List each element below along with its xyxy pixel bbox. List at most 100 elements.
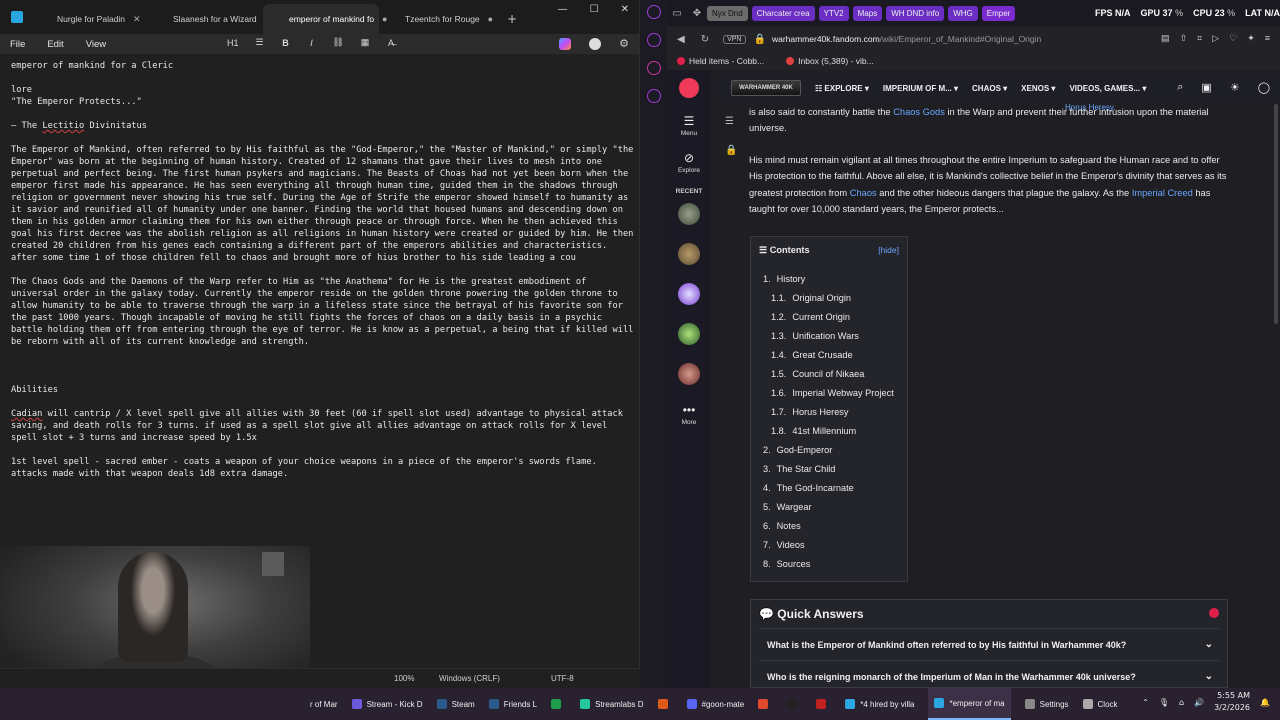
vpn-badge[interactable]: VPN: [723, 34, 746, 44]
toc-item[interactable]: 8. Sources: [763, 555, 907, 574]
rail-explore[interactable]: ⊘ Explore: [678, 151, 700, 174]
toc-item[interactable]: 1.2. Current Origin: [763, 308, 907, 327]
share-icon[interactable]: ⇧: [1180, 33, 1188, 44]
sidebar-app-icon[interactable]: [647, 33, 661, 47]
clock[interactable]: 5:55 AM 3/2/2026: [1214, 690, 1250, 714]
screenshot-icon[interactable]: ⌗: [1197, 33, 1202, 44]
taskbar-app[interactable]: Streamlabs D: [580, 688, 644, 720]
encoding[interactable]: UTF-8: [551, 674, 574, 683]
clear-format-icon[interactable]: A̶: [386, 38, 396, 48]
menu-icon[interactable]: ≡: [1265, 33, 1270, 44]
chaos-gods-link[interactable]: Chaos Gods: [893, 107, 945, 117]
bookmark-held-items[interactable]: Held items - Cobb...: [677, 56, 764, 66]
workspace-icon[interactable]: ✥: [687, 8, 707, 19]
recent-wiki-avatar[interactable]: [678, 283, 700, 305]
taskbar-app[interactable]: Stream - Kick D: [351, 688, 423, 720]
quick-answer-item[interactable]: Who is the reigning monarch of the Imper…: [759, 660, 1219, 688]
recent-wiki-avatar[interactable]: [678, 203, 700, 225]
taskbar-app[interactable]: #goon-mate: [686, 688, 744, 720]
taskbar-app[interactable]: [551, 688, 566, 720]
theme-icon[interactable]: ☀: [1230, 81, 1240, 94]
toc-item[interactable]: 4. The God-Incarnate: [763, 479, 907, 498]
tab-nurgle[interactable]: Nurgle for Paladin ✕: [31, 4, 147, 34]
notepad-editor[interactable]: emperor of mankind for a Cleric lore "Th…: [11, 60, 637, 480]
toc-item[interactable]: 1.4. Great Crusade: [763, 346, 907, 365]
toc-item[interactable]: 5. Wargear: [763, 498, 907, 517]
notification-icon[interactable]: 🔔: [1260, 698, 1270, 707]
new-tab-button[interactable]: +: [507, 12, 517, 26]
tab-nyx-dnd[interactable]: Nyx Dnd: [707, 5, 748, 21]
menu-edit[interactable]: Edit: [47, 39, 63, 50]
lock-icon[interactable]: 🔒: [725, 145, 737, 156]
taskbar-app[interactable]: Steam: [436, 688, 475, 720]
taskbar-app[interactable]: [758, 688, 773, 720]
warhammer-logo[interactable]: WARHAMMER 40K: [731, 80, 801, 96]
italic-button[interactable]: I: [307, 38, 317, 48]
bold-button[interactable]: B: [281, 38, 291, 48]
toc-item[interactable]: 1. History: [763, 270, 907, 289]
url-field[interactable]: warhammer40k.fandom.com/wiki/Emperor_of_…: [772, 34, 1041, 44]
rail-menu[interactable]: ☰ Menu: [681, 114, 697, 137]
rail-more[interactable]: ••• More: [682, 403, 697, 426]
toc-item[interactable]: 7. Videos: [763, 536, 907, 555]
user-icon[interactable]: ◯: [1258, 81, 1270, 94]
lock-icon[interactable]: 🔒: [754, 34, 766, 45]
maximize-icon[interactable]: ☐: [590, 4, 599, 15]
account-avatar[interactable]: [589, 37, 602, 50]
copilot-icon[interactable]: [559, 37, 572, 50]
volume-icon[interactable]: 🔊: [1194, 698, 1204, 707]
tab-wh-dnd-info[interactable]: WH DND info: [886, 5, 945, 21]
bookmark-inbox[interactable]: Inbox (5,389) - vib...: [786, 56, 874, 66]
reload-icon[interactable]: ↻: [701, 34, 709, 45]
toc-item[interactable]: 1.1. Original Origin: [763, 289, 907, 308]
tab-slaanesh[interactable]: Slaanesh for a Wizard ✕: [147, 4, 272, 34]
tab-emperor[interactable]: Emper: [981, 5, 1016, 21]
quick-answer-item[interactable]: What is the Emperor of Mankind often ref…: [759, 628, 1219, 660]
toc-item[interactable]: 1.6. Imperial Webway Project: [763, 384, 907, 403]
line-ending[interactable]: Windows (CRLF): [439, 674, 500, 683]
taskbar-app[interactable]: [816, 688, 831, 720]
unsaved-dot-icon[interactable]: ●: [488, 14, 493, 24]
recent-wiki-avatar[interactable]: [678, 363, 700, 385]
sidebar-app-icon[interactable]: [647, 5, 661, 19]
back-icon[interactable]: ◀: [677, 34, 685, 45]
tab-tzeentch[interactable]: Tzeentch for Rouge ●: [379, 4, 495, 34]
reader-icon[interactable]: ▤: [1161, 33, 1170, 44]
toc-item[interactable]: 1.8. 41st Millennium: [763, 422, 907, 441]
taskbar-app[interactable]: Clock: [1082, 688, 1118, 720]
menu-view[interactable]: View: [86, 39, 106, 50]
tab-emperor[interactable]: emperor of mankind fo ●: [263, 4, 387, 34]
table-icon[interactable]: ▦: [360, 37, 370, 48]
play-icon[interactable]: ▷: [1212, 33, 1219, 44]
tab-ytv2[interactable]: YTV2: [818, 5, 849, 21]
toc-item[interactable]: 2. God-Emperor: [763, 441, 907, 460]
tab-maps[interactable]: Maps: [852, 5, 883, 21]
search-icon[interactable]: ⌕: [1177, 81, 1183, 94]
toc-item[interactable]: 1.7. Horus Heresy: [763, 403, 907, 422]
sidebar-app-icon[interactable]: [647, 61, 661, 75]
nav-xenos[interactable]: XENOS ▾: [1021, 84, 1055, 93]
menu-file[interactable]: File: [10, 39, 25, 50]
tab-whg[interactable]: WHG: [948, 5, 978, 21]
nav-videos-games[interactable]: VIDEOS, GAMES... ▾: [1069, 84, 1146, 93]
heart-icon[interactable]: ♡: [1229, 33, 1237, 44]
nav-imperium[interactable]: IMPERIUM OF M... ▾: [883, 84, 958, 93]
tab-character-creation[interactable]: Charcater crea: [751, 5, 815, 21]
list-icon[interactable]: ☰: [255, 37, 265, 48]
toc-item[interactable]: 1.3. Unification Wars: [763, 327, 907, 346]
chevron-up-icon[interactable]: ⌃: [1142, 698, 1149, 707]
close-window-icon[interactable]: ✕: [621, 4, 629, 15]
taskbar-app[interactable]: Settings: [1024, 688, 1069, 720]
toc-icon[interactable]: ☰: [725, 116, 737, 127]
link-icon[interactable]: ⛓: [333, 37, 344, 48]
nav-chaos[interactable]: CHAOS ▾: [972, 84, 1007, 93]
taskbar-app[interactable]: [787, 688, 802, 720]
taskbar-app[interactable]: *4 hired by villa: [845, 688, 914, 720]
minimize-icon[interactable]: —: [558, 4, 568, 15]
page-scrollbar[interactable]: [1274, 104, 1278, 324]
fandom-logo[interactable]: [679, 78, 699, 98]
taskbar-app-active[interactable]: *emperor of ma: [928, 688, 1011, 720]
taskbar-app[interactable]: r of Mar: [310, 688, 338, 720]
network-icon[interactable]: ⌂: [1179, 698, 1184, 707]
chaos-link[interactable]: Chaos: [850, 188, 877, 198]
